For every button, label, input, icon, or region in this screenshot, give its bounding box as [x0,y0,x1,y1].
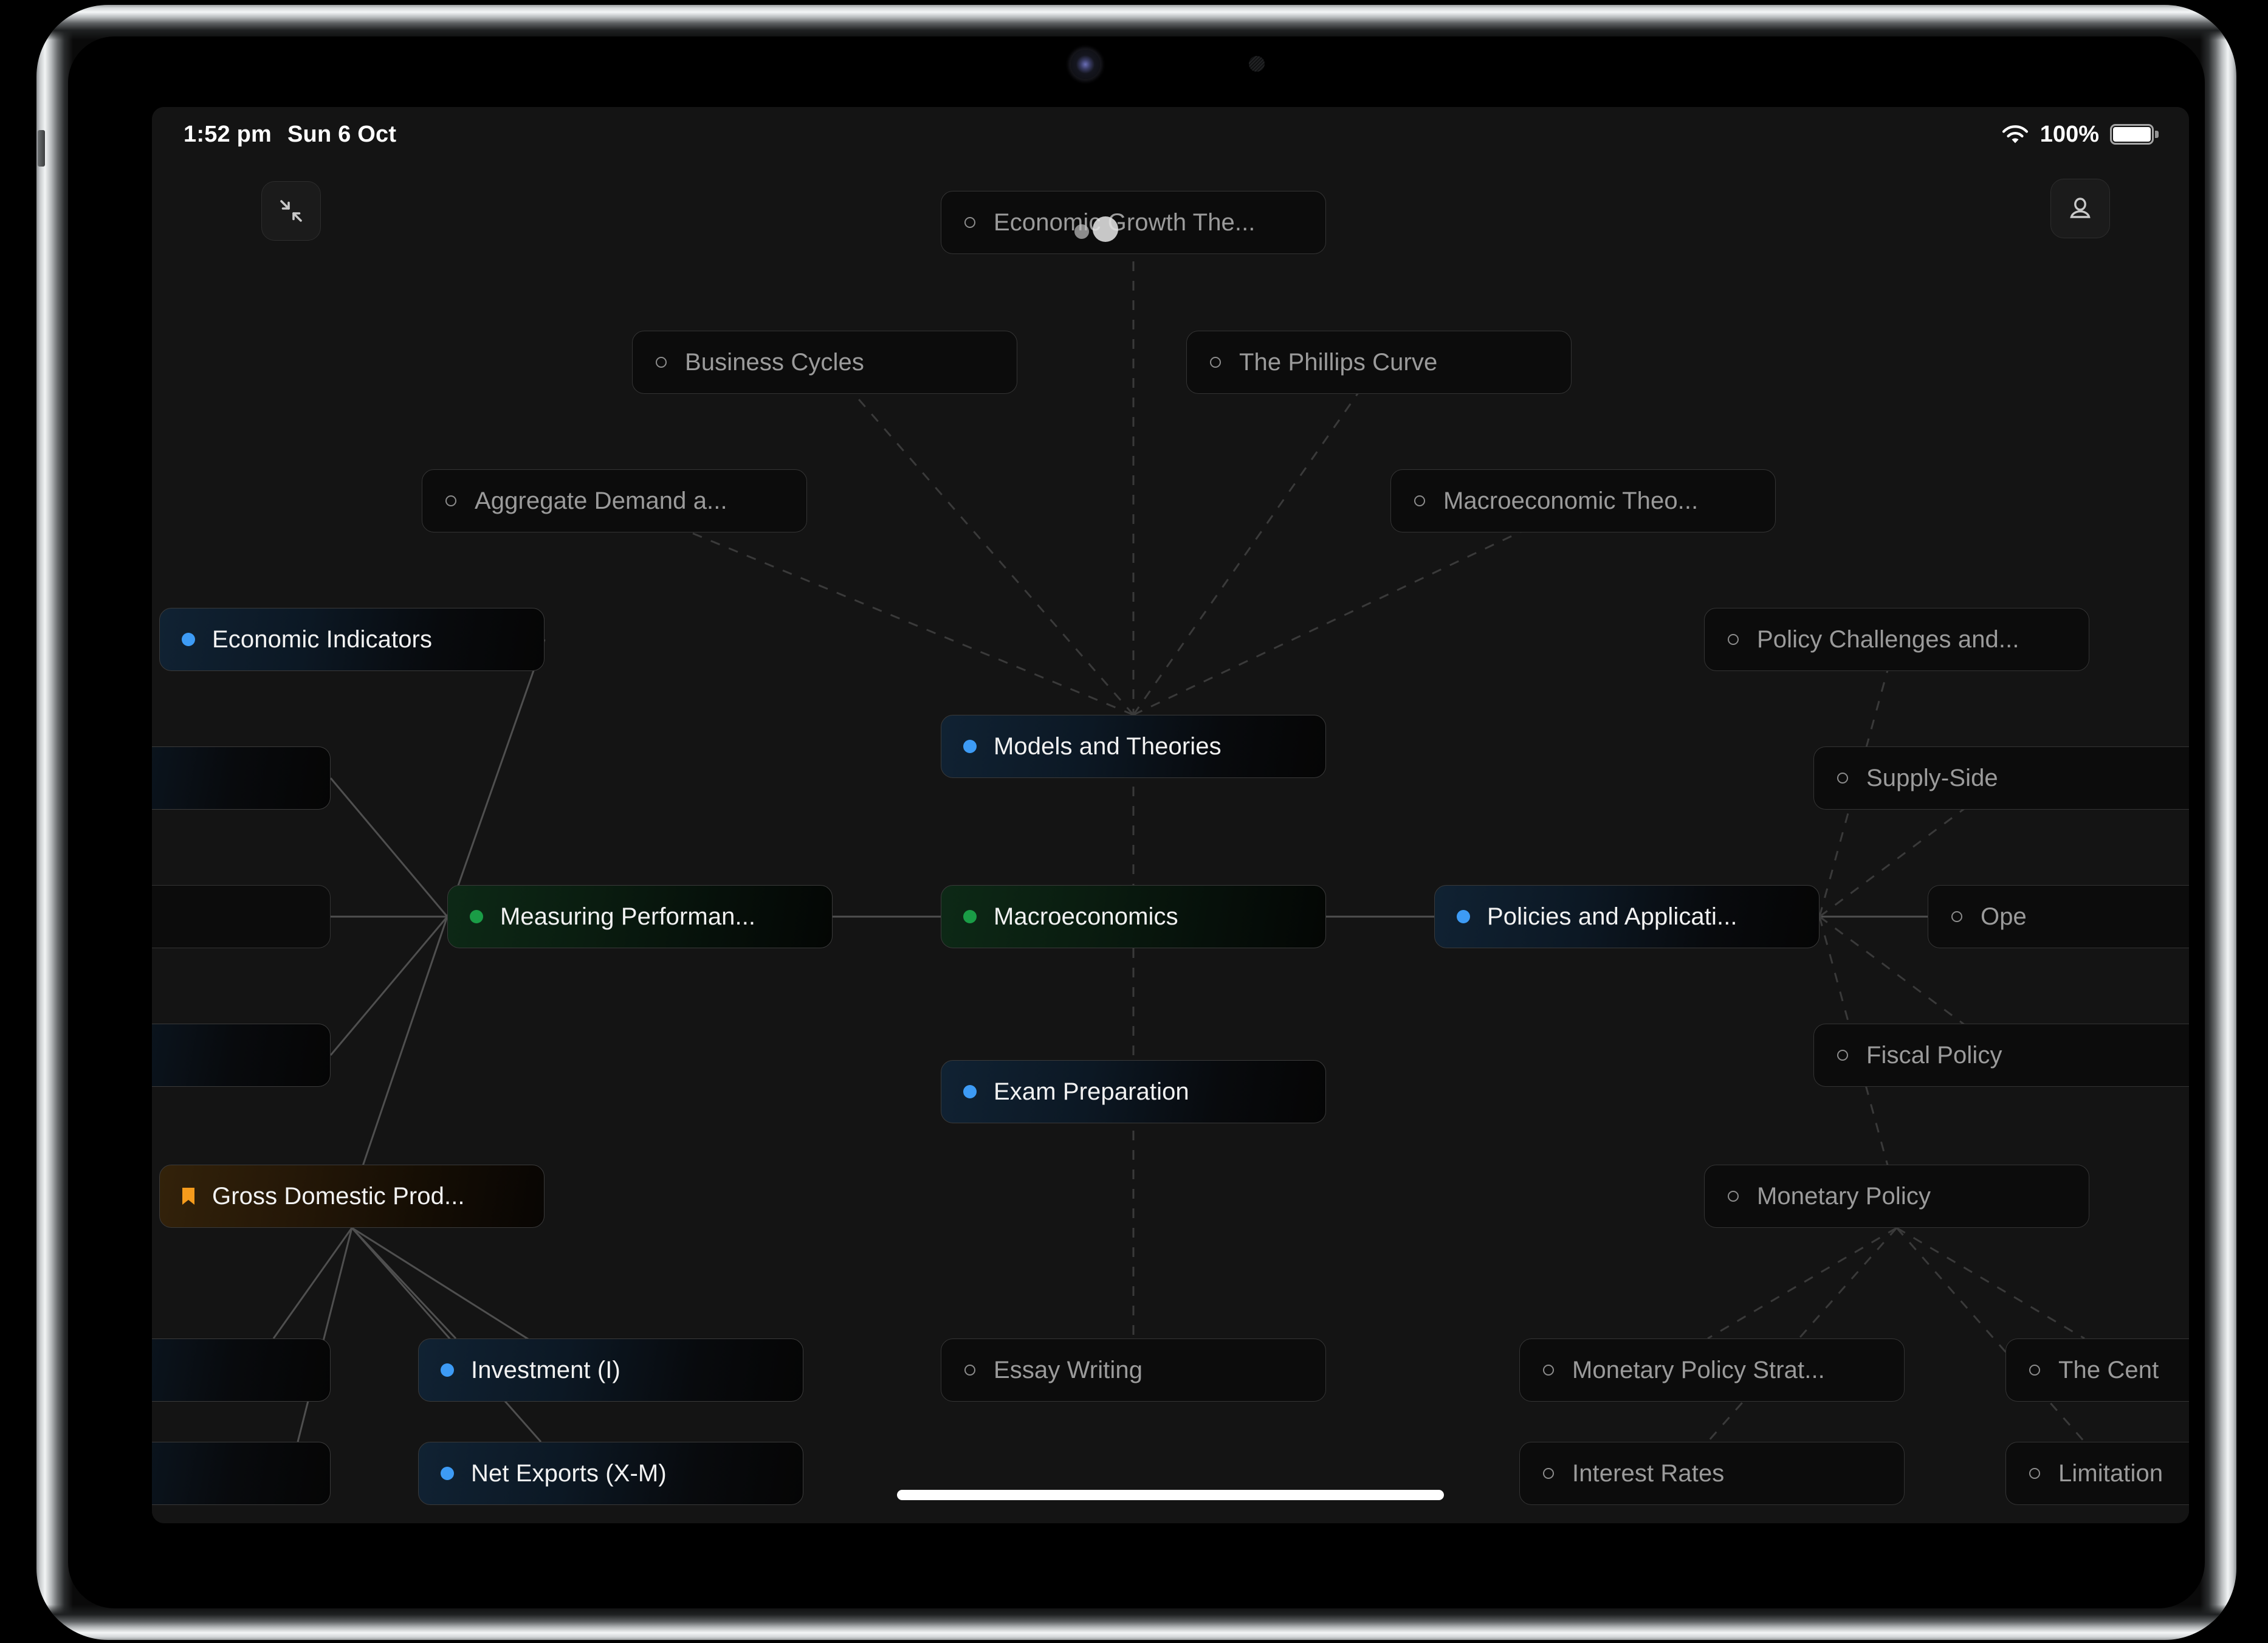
circle-outline-icon [1543,1365,1554,1376]
mindmap-node[interactable]: The Cent [2005,1338,2189,1402]
circle-outline-icon [964,217,975,228]
mindmap-node[interactable]: Exam Preparation [941,1060,1326,1123]
mindmap-node[interactable]: Limitation [2005,1442,2189,1505]
mindmap-node-label: Net Exports (X-M) [471,1459,667,1487]
mindmap-node[interactable]: Aggregate Demand a... [422,469,807,532]
mindmap-node-label: Supply-Side [1866,764,1998,791]
mindmap-node-label: Models and Theories [994,732,1222,760]
pointer-dot-large [1093,216,1118,242]
circle-outline-icon [1728,1191,1739,1202]
mindmap-node[interactable]: yment [152,1024,331,1087]
tablet-device: 1:52 pm Sun 6 Oct 100% Economic Growth T… [36,5,2236,1640]
mindmap-node-label: Economic Growth The... [994,208,1256,236]
person-icon [2070,198,2091,218]
mindmap-node-label: Monetary Policy Strat... [1572,1356,1825,1383]
circle-outline-icon [1837,1050,1848,1061]
front-camera-icon [1071,50,1100,79]
mindmap-node[interactable]: Monetary Policy Strat... [1519,1338,1905,1402]
mindmap-node[interactable]: Economic Growth The... [941,191,1326,254]
circle-outline-icon [1951,911,1962,922]
mindmap-node-label: Essay Writing [994,1356,1143,1383]
mindmap-node[interactable]: Policy Challenges and... [1704,608,2089,671]
home-indicator[interactable] [897,1490,1444,1500]
blue-dot-icon [1457,910,1470,923]
blue-dot-icon [441,1467,454,1480]
green-dot-icon [963,910,977,923]
mindmap-node[interactable]: Net Exports (X-M) [418,1442,803,1505]
mindmap-node[interactable]: Essay Writing [941,1338,1326,1402]
collapse-arrows-icon [280,200,302,222]
mindmap-node[interactable]: Interest Rates [1519,1442,1905,1505]
mindmap-node-label: Exam Preparation [994,1078,1189,1105]
bookmark-flag-icon [182,1188,194,1205]
mindmap-node-label: Measuring Performan... [500,903,756,930]
blue-dot-icon [182,633,195,646]
blue-dot-icon [963,740,977,753]
mindmap-node-label: Limitation [2058,1459,2163,1487]
circle-outline-icon [964,1365,975,1376]
mindmap-node[interactable]: Measuring Performan... [447,885,833,948]
mindmap-node[interactable]: Ope [1928,885,2189,948]
mindmap-node[interactable]: Macroeconomic Theo... [1390,469,1776,532]
mindmap-edges [272,222,2086,1442]
mindmap-node-label: Macroeconomics [994,903,1178,930]
mindmap-node-label: Investment (I) [471,1356,620,1383]
mindmap-node[interactable]: The Phillips Curve [1186,331,1572,394]
blue-dot-icon [963,1085,977,1098]
mindmap-node[interactable]: Economic Indicators [159,608,545,671]
mindmap-node[interactable]: Macroeconomics [941,885,1326,948]
mindmap-node[interactable] [152,885,331,948]
ambient-light-sensor-icon [1249,56,1265,72]
mindmap-node-label: Aggregate Demand a... [475,487,727,514]
mindmap-node-label: Policy Challenges and... [1757,625,2019,653]
circle-outline-icon [445,495,456,506]
mindmap-node-label: Interest Rates [1572,1459,1725,1487]
mindmap-node[interactable]: Fiscal Policy [1813,1024,2189,1087]
mindmap-node[interactable]: Policies and Applicati... [1434,885,1820,948]
mindmap-node-label: Monetary Policy [1757,1182,1931,1210]
mindmap-node[interactable]: Business Cycles [632,331,1017,394]
circle-outline-icon [2029,1468,2040,1479]
circle-outline-icon [1837,773,1848,784]
mindmap-node[interactable]: ent Spendin... [152,1442,331,1505]
mindmap-node-label: Policies and Applicati... [1487,903,1737,930]
mindmap-node[interactable]: Investment (I) [418,1338,803,1402]
account-button[interactable] [2050,179,2110,238]
circle-outline-icon [656,357,667,368]
mindmap-node[interactable]: ption (C) [152,1338,331,1402]
mindmap-node-label: Ope [1981,903,2027,930]
mindmap-node-label: Fiscal Policy [1866,1041,2002,1069]
circle-outline-icon [2029,1365,2040,1376]
circle-outline-icon [1543,1468,1554,1479]
green-dot-icon [470,910,483,923]
circle-outline-icon [1210,357,1221,368]
power-button[interactable] [38,130,45,167]
mindmap-node-label: Business Cycles [685,348,864,376]
mindmap-canvas[interactable] [152,107,2189,1523]
mindmap-node[interactable]: Supply-Side [1813,746,2189,810]
mindmap-node[interactable]: Models and Theories [941,715,1326,778]
collapse-view-button[interactable] [261,181,321,241]
blue-dot-icon [441,1363,454,1377]
pointer-dot-small [1074,224,1089,239]
mindmap-node-label: Economic Indicators [212,625,433,653]
mindmap-node-label: Gross Domestic Prod... [212,1182,465,1210]
circle-outline-icon [1414,495,1425,506]
mindmap-node-label: The Phillips Curve [1239,348,1438,376]
mindmap-node[interactable]: rowth [152,746,331,810]
mindmap-node[interactable]: Gross Domestic Prod... [159,1165,545,1228]
mindmap-node-label: The Cent [2058,1356,2159,1383]
screen: 1:52 pm Sun 6 Oct 100% Economic Growth T… [152,107,2189,1523]
mindmap-node[interactable]: Monetary Policy [1704,1165,2089,1228]
mindmap-node-label: Macroeconomic Theo... [1443,487,1699,514]
circle-outline-icon [1728,634,1739,645]
